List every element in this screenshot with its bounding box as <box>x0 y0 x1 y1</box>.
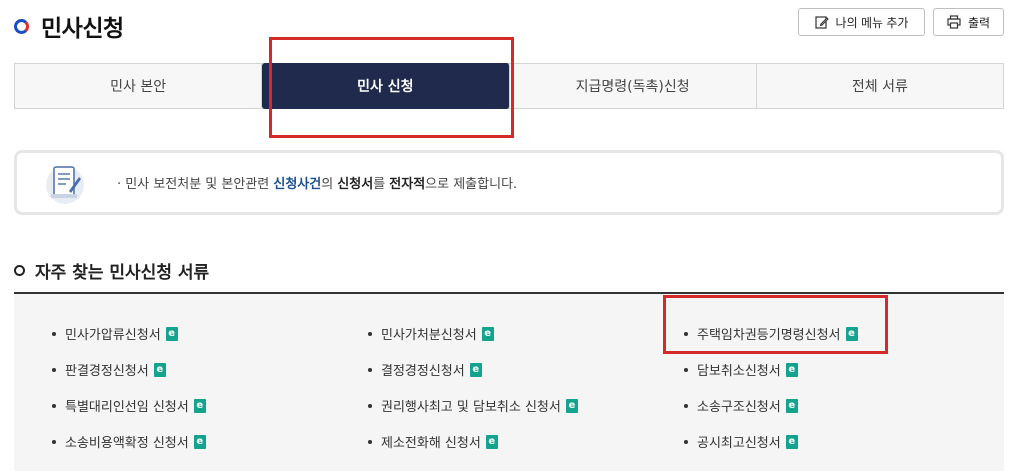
notice-highlight-case: 신청사건 <box>273 177 322 192</box>
section-title-label: 자주 찾는 민사신청 서류 <box>35 262 210 283</box>
print-label: 출력 <box>967 15 991 30</box>
e-form-icon: e <box>485 434 498 449</box>
form-link-label: 권리행사최고 및 담보취소 신청서 <box>381 400 561 415</box>
section-ring-icon <box>14 264 25 276</box>
forms-grid: 민사가압류신청서 e 민사가처분신청서 e 주택임차권등기명령신청서 e 판결경정신청… <box>52 324 982 451</box>
e-form-icon: e <box>785 398 798 413</box>
form-link-label: 민사가압류신청서 <box>65 328 161 343</box>
form-link-label: 소송비용액확정 신청서 <box>65 436 189 451</box>
bullet-icon <box>368 403 372 408</box>
form-link[interactable]: 주택임차권등기명령신청서 e <box>684 324 982 343</box>
bullet-icon <box>684 367 688 372</box>
bullet-icon <box>368 367 372 372</box>
notice-text: · 민사 보전처분 및 본안관련 신청사건의 신청서를 전자적으로 제출합니다. <box>117 173 517 192</box>
bullet-icon <box>368 331 372 336</box>
e-form-icon: e <box>193 434 206 449</box>
form-link[interactable]: 소송구조신청서 e <box>684 396 982 415</box>
form-link-label: 담보취소신청서 <box>697 364 781 379</box>
title-ring-icon <box>14 18 29 34</box>
form-link[interactable]: 소송비용액확정 신청서 e <box>52 432 368 451</box>
bullet-icon <box>52 403 56 408</box>
notice-suffix: 으로 제출합니다. <box>425 177 518 192</box>
form-link[interactable]: 담보취소신청서 e <box>684 360 982 379</box>
form-link[interactable]: 판결경정신청서 e <box>52 360 368 379</box>
e-form-icon: e <box>785 434 798 449</box>
forms-box: 민사가압류신청서 e 민사가처분신청서 e 주택임차권등기명령신청서 e 판결경정신청… <box>14 292 1004 471</box>
page-header: 민사신청 나의 메뉴 추가 출력 <box>14 8 1004 44</box>
add-my-menu-button[interactable]: 나의 메뉴 추가 <box>798 8 925 36</box>
form-link-label: 제소전화해 신청서 <box>381 436 481 451</box>
form-link-label: 주택임차권등기명령신청서 <box>697 328 841 343</box>
bullet-icon <box>52 331 56 336</box>
form-link[interactable]: 권리행사최고 및 담보취소 신청서 e <box>368 396 684 415</box>
document-sign-icon <box>46 165 84 204</box>
section-title: 자주 찾는 민사신청 서류 <box>14 258 210 283</box>
notice-highlight-form: 신청서 <box>337 177 374 192</box>
header-actions: 나의 메뉴 추가 출력 <box>798 8 1004 36</box>
bullet-icon <box>684 403 688 408</box>
form-link-label: 결정경정신청서 <box>381 364 465 379</box>
notice-box: · 민사 보전처분 및 본안관련 신청사건의 신청서를 전자적으로 제출합니다. <box>14 150 1004 215</box>
edit-icon <box>814 16 829 29</box>
print-button[interactable]: 출력 <box>933 8 1004 36</box>
form-link[interactable]: 결정경정신청서 e <box>368 360 684 379</box>
tab-civil-application[interactable]: 민사 신청 <box>262 63 510 109</box>
form-link-label: 민사가처분신청서 <box>381 328 477 343</box>
form-link[interactable]: 공시최고신청서 e <box>684 432 982 451</box>
tab-bar: 민사 본안 민사 신청 지급명령(독촉)신청 전체 서류 <box>14 63 1004 109</box>
form-link[interactable]: 민사가처분신청서 e <box>368 324 684 343</box>
notice-highlight-electronic: 전자적 <box>389 177 426 192</box>
tab-payment-order[interactable]: 지급명령(독촉)신청 <box>510 64 757 108</box>
form-link-label: 소송구조신청서 <box>697 400 781 415</box>
form-link-label: 특별대리인선임 신청서 <box>65 400 189 415</box>
bullet-icon <box>684 331 688 336</box>
e-form-icon: e <box>845 326 858 341</box>
print-icon <box>947 15 961 29</box>
add-my-menu-label: 나의 메뉴 추가 <box>835 15 909 30</box>
e-form-icon: e <box>481 326 494 341</box>
bullet-icon <box>52 367 56 372</box>
bullet-icon <box>52 439 56 444</box>
notice-mid2: 를 <box>373 177 390 192</box>
e-form-icon: e <box>165 326 178 341</box>
form-link-label: 판결경정신청서 <box>65 364 149 379</box>
page-title: 민사신청 <box>41 16 124 42</box>
form-link[interactable]: 제소전화해 신청서 e <box>368 432 684 451</box>
form-link[interactable]: 특별대리인선임 신청서 e <box>52 396 368 415</box>
e-form-icon: e <box>153 362 166 377</box>
e-form-icon: e <box>785 362 798 377</box>
tab-civil-main[interactable]: 민사 본안 <box>15 64 263 108</box>
title-wrap: 민사신청 <box>14 8 124 44</box>
notice-mid1: 의 <box>321 177 338 192</box>
bullet-icon <box>368 439 372 444</box>
form-link-label: 공시최고신청서 <box>697 436 781 451</box>
e-form-icon: e <box>565 398 578 413</box>
e-form-icon: e <box>469 362 482 377</box>
form-link[interactable]: 민사가압류신청서 e <box>52 324 368 343</box>
notice-prefix: · 민사 보전처분 및 본안관련 <box>117 177 274 192</box>
e-form-icon: e <box>193 398 206 413</box>
bullet-icon <box>684 439 688 444</box>
tab-all-documents[interactable]: 전체 서류 <box>757 64 1003 108</box>
